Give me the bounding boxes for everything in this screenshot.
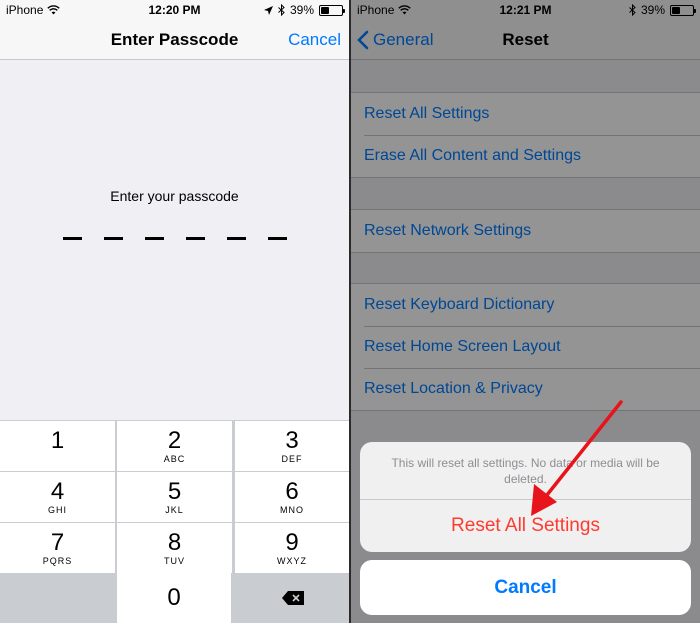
key-letters: ABC <box>163 454 186 464</box>
bluetooth-icon <box>278 4 285 16</box>
key-letters: PQRS <box>42 556 73 566</box>
reset-all-settings-button[interactable]: Reset All Settings <box>360 500 691 552</box>
passcode-dash <box>268 237 287 240</box>
navigation-bar: Enter Passcode Cancel <box>0 20 349 60</box>
reset-screen: iPhone 12:21 PM 39% General Reset Reset … <box>351 0 700 623</box>
keypad-blank-key <box>0 573 114 623</box>
key-number: 6 <box>285 478 299 505</box>
action-sheet: This will reset all settings. No data or… <box>360 442 691 552</box>
passcode-dash <box>145 237 164 240</box>
action-sheet-cancel-button[interactable]: Cancel <box>360 560 691 615</box>
keypad-key-2[interactable]: 2 ABC <box>117 421 232 471</box>
key-number: 0 <box>167 584 181 611</box>
key-number: 1 <box>50 427 65 454</box>
key-letters: TUV <box>164 556 185 566</box>
key-number: 5 <box>167 478 182 505</box>
keypad-key-1[interactable]: 1 <box>0 421 115 471</box>
keypad-key-4[interactable]: 4 GHI <box>0 472 115 522</box>
cancel-button[interactable]: Cancel <box>288 30 341 50</box>
keypad-key-8[interactable]: 8 TUV <box>117 523 232 573</box>
keypad-key-9[interactable]: 9 WXYZ <box>235 523 349 573</box>
location-icon <box>263 5 273 15</box>
key-letters: JKL <box>165 505 184 515</box>
key-number: 3 <box>285 427 299 454</box>
backspace-key[interactable] <box>235 573 349 623</box>
passcode-dash <box>186 237 205 240</box>
status-right: 39% <box>263 3 345 17</box>
numeric-keypad: 0 1 2 ABC 3 DEF 4 GHI 5 JKL 6 MNO 7 PQRS 8 TUV 9 WXYZ <box>0 420 349 623</box>
keypad-key-3[interactable]: 3 DEF <box>235 421 349 471</box>
battery-percent: 39% <box>289 3 314 17</box>
keypad-key-0[interactable]: 0 <box>117 573 231 623</box>
battery-icon <box>319 4 345 16</box>
status-bar: iPhone 12:20 PM 39% <box>0 0 349 20</box>
key-number: 2 <box>167 427 182 454</box>
key-letters: GHI <box>47 505 67 515</box>
passcode-dash <box>104 237 123 240</box>
key-letters: MNO <box>280 505 304 515</box>
key-number: 7 <box>50 529 65 556</box>
action-sheet-message: This will reset all settings. No data or… <box>360 442 691 500</box>
backspace-icon <box>282 591 304 605</box>
key-number: 4 <box>50 478 65 505</box>
battery-fill <box>321 6 329 14</box>
passcode-dash <box>227 237 246 240</box>
passcode-prompt: Enter your passcode <box>110 188 239 204</box>
key-number: 8 <box>167 529 182 556</box>
keypad-key-5[interactable]: 5 JKL <box>117 472 232 522</box>
keypad-key-6[interactable]: 6 MNO <box>235 472 349 522</box>
keypad-key-7[interactable]: 7 PQRS <box>0 523 115 573</box>
key-number: 9 <box>285 529 299 556</box>
key-letters: DEF <box>281 454 303 464</box>
passcode-dash <box>63 237 82 240</box>
passcode-screen: iPhone 12:20 PM 39% Enter Passcode Cance… <box>0 0 349 623</box>
key-letters: WXYZ <box>277 556 307 566</box>
passcode-dashes <box>63 237 287 240</box>
